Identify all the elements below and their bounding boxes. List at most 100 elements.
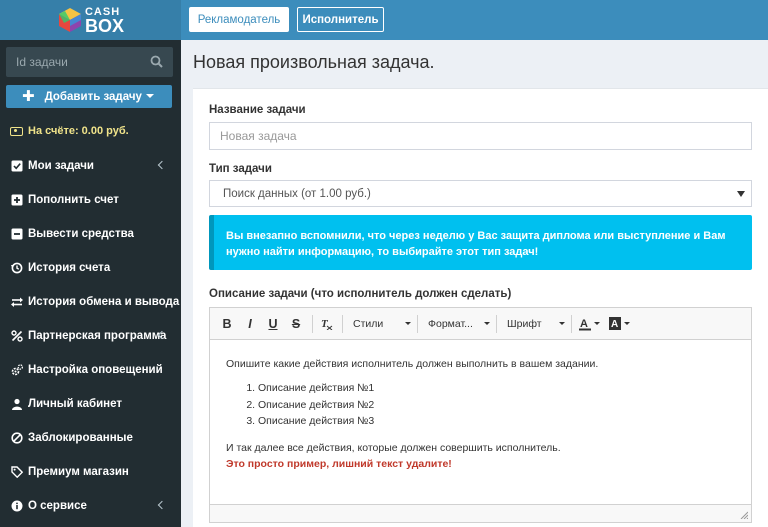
strikethrough-button[interactable]: S: [287, 314, 305, 334]
sidebar-item[interactable]: Премиум магазин: [0, 455, 181, 489]
svg-text:A: A: [580, 318, 588, 330]
sidebar-item[interactable]: Настройка оповещений: [0, 353, 181, 387]
advertiser-button[interactable]: Рекламодатель: [189, 7, 289, 32]
sidebar-item[interactable]: Мои задачи: [0, 149, 181, 183]
sidebar-item-label: Вывести средства: [28, 228, 134, 240]
select-caret-icon: [737, 191, 745, 197]
sidebar-item[interactable]: Партнерская программа: [0, 319, 181, 353]
sidebar-item-label: Личный кабинет: [28, 398, 122, 410]
styles-label: Стили: [353, 317, 384, 330]
task-description-label: Описание задачи (что исполнитель должен …: [209, 288, 512, 300]
sidebar-item-label: Партнерская программа: [28, 330, 167, 342]
dropdown-caret-icon: [484, 321, 490, 325]
editor-outro: И так далее все действия, которые должен…: [226, 441, 561, 454]
balance: На счёте: 0.00 руб.: [10, 125, 129, 137]
background-color-button[interactable]: A: [606, 314, 630, 334]
list-item: Описание действия №1: [258, 380, 735, 397]
dropdown-caret-icon: [594, 322, 600, 325]
sidebar: CASH BOX ✚ Добавить задачу На счёте: 0.0…: [0, 0, 181, 527]
percent-icon: [11, 330, 23, 342]
sidebar-item[interactable]: История счета: [0, 251, 181, 285]
toolbar-divider: [342, 314, 343, 333]
user-icon: [11, 398, 23, 410]
toolbar-divider: [571, 314, 572, 333]
exchange-icon: [11, 296, 23, 308]
italic-button[interactable]: I: [241, 314, 259, 334]
sidebar-item-label: Заблокированные: [28, 432, 133, 444]
caret-down-icon: [146, 94, 154, 98]
ban-icon: [11, 432, 23, 444]
sidebar-item[interactable]: Заблокированные: [0, 421, 181, 455]
editor-content[interactable]: Опишите какие действия исполнитель долже…: [210, 340, 751, 472]
task-name-label: Название задачи: [209, 104, 306, 116]
toolbar-divider: [496, 314, 497, 333]
svg-text:A: A: [611, 319, 618, 330]
list-item: Описание действия №2: [258, 397, 735, 414]
logo[interactable]: CASH BOX: [0, 0, 181, 40]
sidebar-item[interactable]: История обмена и вывода: [0, 285, 181, 319]
tag-icon: [11, 466, 23, 478]
dropdown-caret-icon: [559, 321, 565, 325]
dropdown-caret-icon: [624, 322, 630, 325]
content-header: Новая произвольная задача.: [181, 40, 768, 87]
sidebar-item-label: История счета: [28, 262, 111, 274]
checkbox-icon: [11, 160, 23, 172]
gears-icon: [11, 364, 23, 376]
info-circle-icon: [11, 500, 23, 512]
toolbar-divider: [417, 314, 418, 333]
clear-format-icon[interactable]: T: [317, 314, 335, 334]
text-color-button[interactable]: A: [576, 314, 600, 334]
list-item: Описание действия №3: [258, 413, 735, 430]
editor-intro: Опишите какие действия исполнитель долже…: [226, 358, 599, 370]
editor-footer: [210, 504, 751, 522]
chevron-left-icon: [157, 160, 167, 170]
cube-logo-icon: [57, 6, 83, 34]
topbar: Рекламодатель Исполнитель: [181, 0, 768, 40]
sidebar-item-label: Премиум магазин: [28, 466, 129, 478]
task-type-value: Поиск данных (от 1.00 руб.): [223, 187, 371, 200]
sidebar-item[interactable]: Пополнить счет: [0, 183, 181, 217]
minus-square-icon: [11, 228, 23, 240]
sidebar-item-label: Пополнить счет: [28, 194, 119, 206]
format-dropdown[interactable]: Формат...: [422, 314, 494, 334]
underline-button[interactable]: U: [264, 314, 282, 334]
page-title: Новая произвольная задача.: [193, 52, 435, 72]
money-icon: [10, 126, 23, 136]
chevron-left-icon: [157, 500, 167, 510]
steps-list: Описание действия №1 Описание действия №…: [258, 380, 735, 430]
add-task-label: Добавить задачу: [44, 90, 142, 103]
plus-icon: ✚: [22, 88, 35, 105]
font-dropdown[interactable]: Шрифт: [501, 314, 569, 334]
executor-button[interactable]: Исполнитель: [297, 7, 384, 32]
font-label: Шрифт: [507, 317, 542, 330]
text-color-icon: A: [579, 318, 591, 330]
task-type-label: Тип задачи: [209, 163, 272, 175]
sidebar-item[interactable]: Вывести средства: [0, 217, 181, 251]
editor-note: Это просто пример, лишний текст удалите!: [226, 457, 452, 470]
search-box: [6, 47, 173, 77]
sidebar-item[interactable]: Личный кабинет: [0, 387, 181, 421]
plus-square-icon: [11, 194, 23, 206]
task-form: Название задачи Тип задачи Поиск данных …: [193, 88, 768, 527]
bold-button[interactable]: B: [218, 314, 236, 334]
dropdown-caret-icon: [405, 321, 411, 325]
sidebar-item[interactable]: О сервисе: [0, 489, 181, 523]
logo-box-text: BOX: [84, 16, 124, 36]
resize-handle-icon[interactable]: [739, 510, 748, 519]
styles-dropdown[interactable]: Стили: [347, 314, 415, 334]
sidebar-item-label: Настройка оповещений: [28, 364, 163, 376]
sidebar-menu: Мои задачи Пополнить счет Вывести средства…: [0, 149, 181, 523]
svg-text:T: T: [321, 318, 329, 330]
background-color-icon: A: [609, 317, 621, 330]
format-label: Формат...: [428, 317, 473, 330]
info-callout: Вы внезапно вспомнили, что через неделю …: [209, 215, 752, 270]
sidebar-item-label: Мои задачи: [28, 160, 94, 172]
search-input[interactable]: [6, 55, 141, 69]
rich-text-editor: B I U S T Стили Формат... Шрифт A A Опиш…: [209, 307, 752, 523]
sidebar-item-label: О сервисе: [28, 500, 87, 512]
search-icon[interactable]: [150, 55, 163, 68]
task-name-input[interactable]: [209, 122, 752, 150]
history-icon: [11, 262, 23, 274]
add-task-button[interactable]: ✚ Добавить задачу: [6, 85, 172, 108]
task-type-select[interactable]: Поиск данных (от 1.00 руб.): [209, 180, 752, 207]
